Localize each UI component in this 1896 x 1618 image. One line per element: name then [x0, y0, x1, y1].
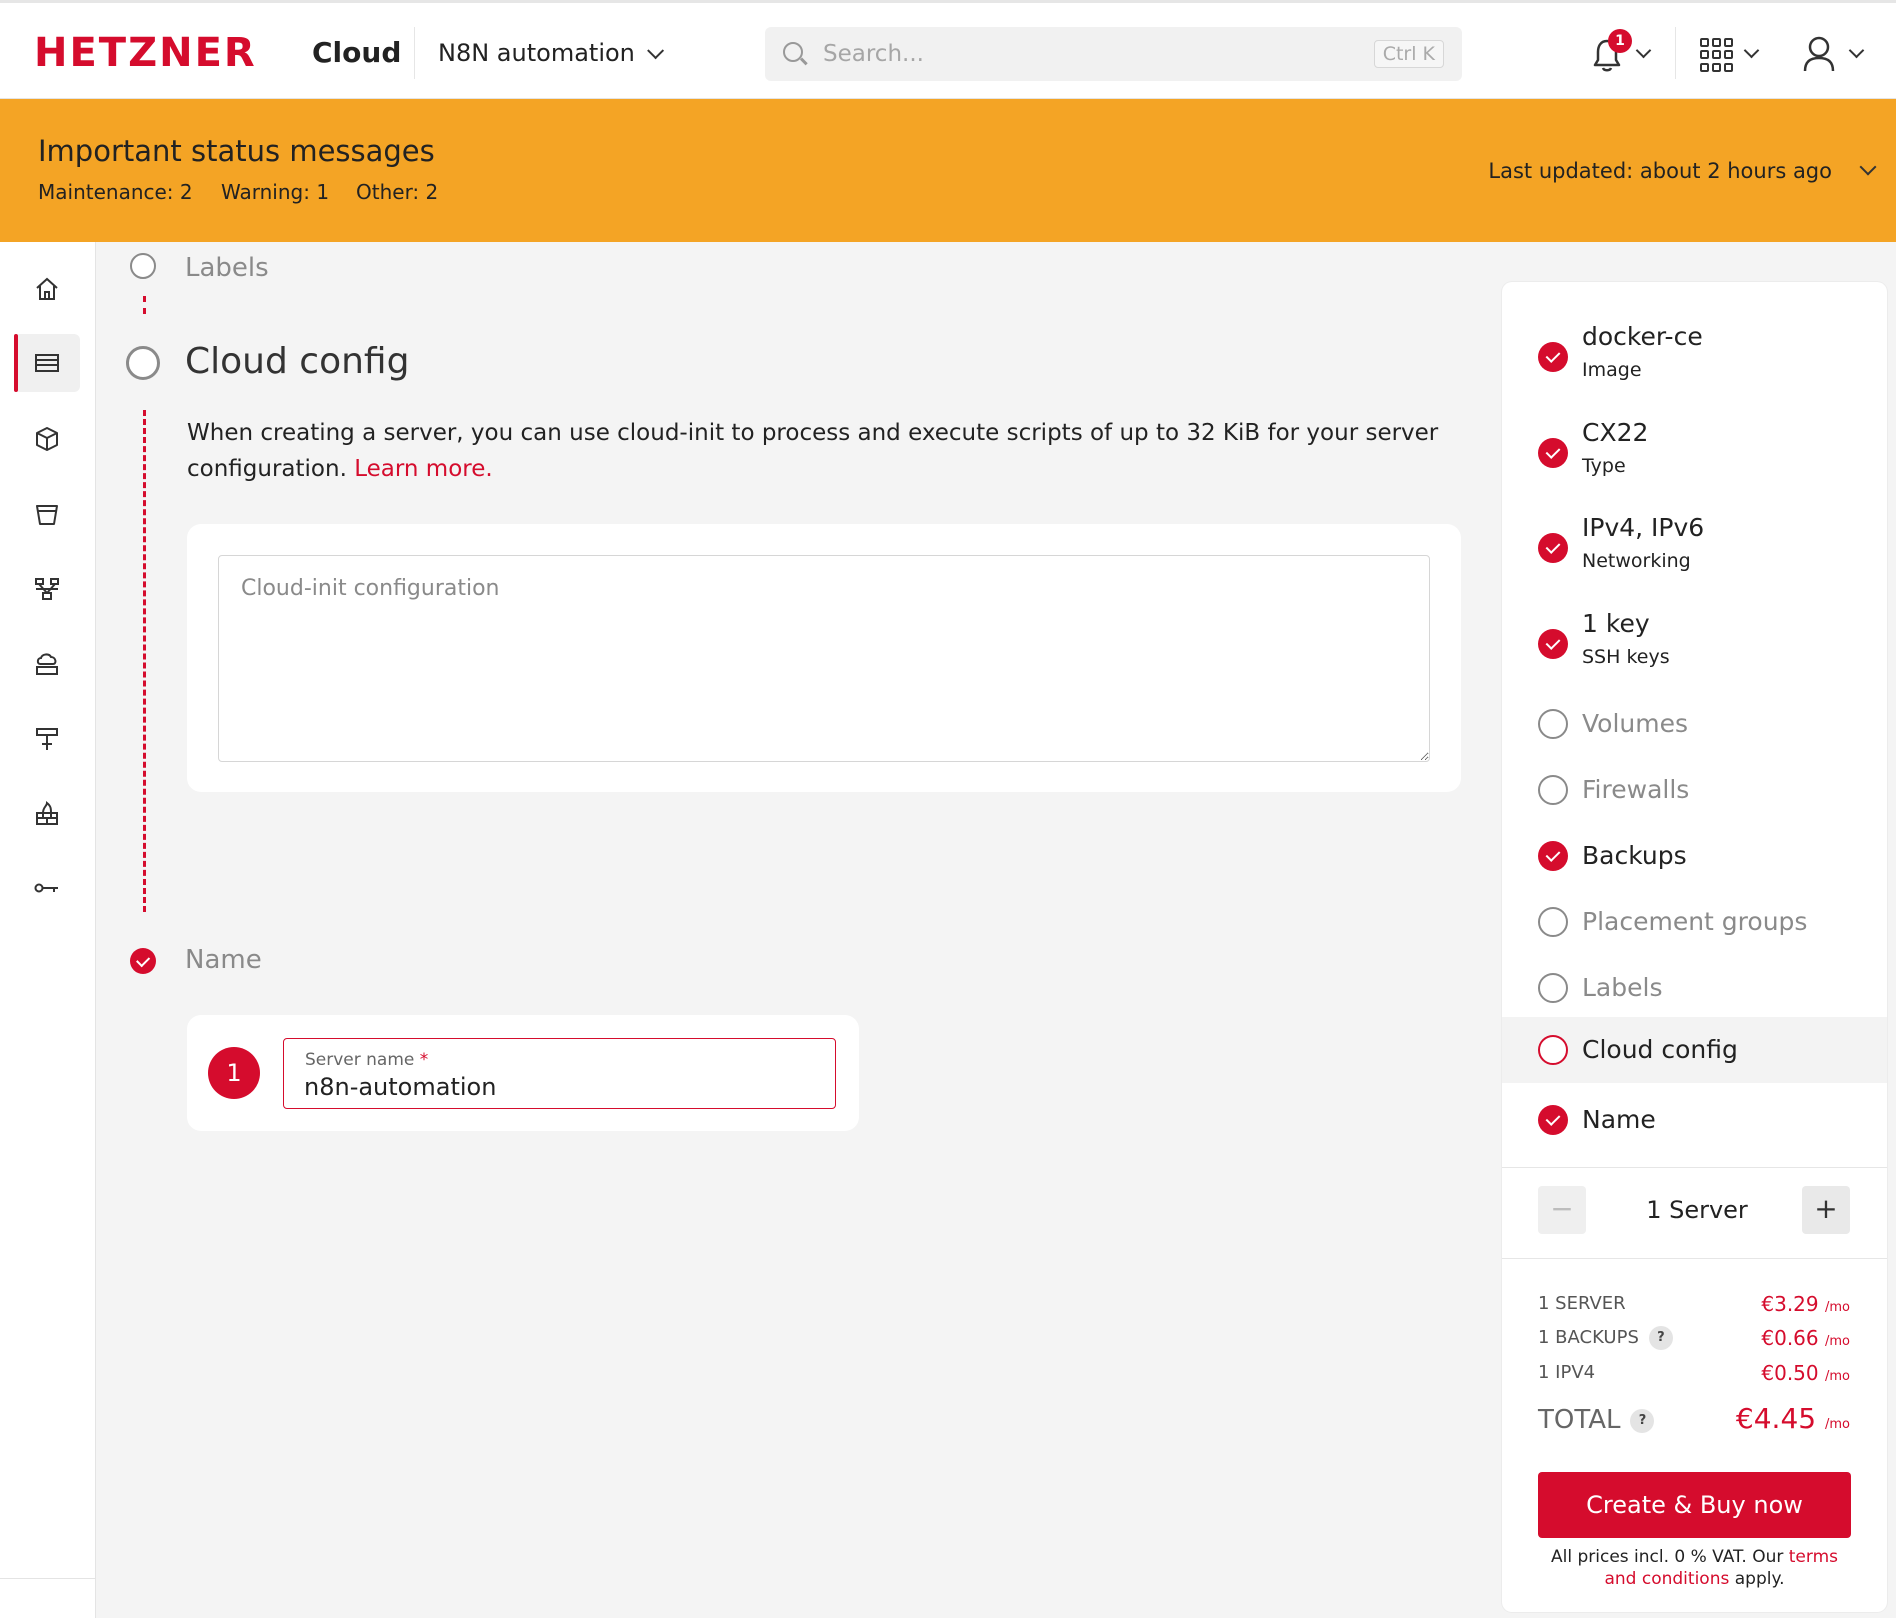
- user-icon[interactable]: [1802, 35, 1836, 73]
- empty-circle-icon: [1538, 709, 1568, 739]
- nav-volumes[interactable]: [14, 410, 80, 468]
- chevron-down-icon[interactable]: [1859, 158, 1877, 176]
- order-summary: docker-ce Image CX22 Type IPv4, IPv6 Net…: [1502, 282, 1887, 1612]
- banner-title: Important status messages: [38, 134, 435, 168]
- status-banner[interactable]: Important status messages Maintenance: 2…: [0, 99, 1896, 242]
- notification-badge: 1: [1608, 29, 1632, 53]
- maintenance-count: Maintenance: 2: [38, 180, 193, 204]
- cloud-init-textarea[interactable]: [218, 555, 1430, 762]
- server-name-label: Server name *: [305, 1050, 429, 1070]
- check-icon: [1538, 841, 1568, 871]
- help-icon[interactable]: ?: [1648, 1326, 1673, 1350]
- step-name-title[interactable]: Name: [185, 944, 262, 976]
- project-name: N8N automation: [438, 39, 635, 67]
- total-price: TOTAL? €4.45 /mo: [1538, 1402, 1850, 1435]
- server-name-input[interactable]: [304, 1071, 804, 1103]
- price-row-server: 1 SERVER €3.29 /mo: [1538, 1292, 1850, 1316]
- step-connector: [143, 410, 146, 912]
- left-nav: [0, 242, 96, 1618]
- header-divider: [1675, 27, 1676, 79]
- step-connector: [143, 296, 146, 314]
- apps-grid-icon[interactable]: [1700, 38, 1734, 72]
- learn-more-link[interactable]: Learn more.: [354, 456, 492, 482]
- summary-item-backups[interactable]: Backups: [1502, 826, 1887, 886]
- firewall-icon: [36, 801, 58, 825]
- chevron-down-icon[interactable]: [1743, 42, 1760, 59]
- server-quantity: 1 Server: [1646, 1196, 1748, 1224]
- server-name-field[interactable]: Server name *: [283, 1038, 836, 1109]
- search-input[interactable]: [823, 37, 1323, 71]
- price-row-ipv4: 1 IPV4 €0.50 /mo: [1538, 1361, 1850, 1385]
- empty-circle-icon: [1538, 775, 1568, 805]
- summary-item-name[interactable]: Name: [1502, 1090, 1887, 1150]
- product-name[interactable]: Cloud: [312, 36, 401, 70]
- decrease-quantity-button[interactable]: −: [1538, 1186, 1586, 1234]
- step-labels-indicator: [130, 253, 156, 279]
- top-bar: HETZNER Cloud N8N automation Ctrl K 1: [0, 0, 1896, 99]
- hetzner-logo[interactable]: HETZNER: [34, 31, 257, 75]
- summary-item-ssh-keys[interactable]: 1 key SSH keys: [1502, 609, 1887, 679]
- help-icon[interactable]: ?: [1630, 1408, 1655, 1433]
- check-icon: [1538, 1105, 1568, 1135]
- cloud-drive-icon: [36, 653, 58, 675]
- chevron-down-icon: [646, 42, 664, 60]
- nav-storage[interactable]: [14, 635, 80, 693]
- summary-item-type[interactable]: CX22 Type: [1502, 418, 1887, 488]
- chevron-down-icon[interactable]: [1848, 42, 1865, 59]
- key-icon: [34, 883, 58, 893]
- empty-circle-icon: [1538, 907, 1568, 937]
- empty-circle-icon: [1538, 1035, 1568, 1065]
- search-shortcut: Ctrl K: [1373, 40, 1444, 68]
- check-icon: [1538, 438, 1568, 468]
- servers-icon: [35, 354, 59, 372]
- check-icon: [1538, 342, 1568, 372]
- warning-count: Warning: 1: [221, 180, 330, 204]
- nav-divider: [0, 1578, 96, 1579]
- nav-object-storage[interactable]: [14, 485, 80, 543]
- last-updated: Last updated: about 2 hours ago: [1488, 159, 1832, 183]
- summary-item-cloud-config[interactable]: Cloud config: [1502, 1017, 1887, 1083]
- vat-notice: All prices incl. 0 % VAT. Our terms and …: [1550, 1547, 1838, 1589]
- network-icon: [35, 578, 59, 600]
- summary-item-volumes[interactable]: Volumes: [1502, 694, 1887, 754]
- step-cloud-config-title[interactable]: Cloud config: [185, 340, 409, 384]
- increase-quantity-button[interactable]: +: [1802, 1186, 1850, 1234]
- summary-item-firewalls[interactable]: Firewalls: [1502, 760, 1887, 820]
- bucket-icon: [36, 505, 58, 525]
- price-row-backups: 1 BACKUPS? €0.66 /mo: [1538, 1326, 1850, 1350]
- step-cloud-config-indicator: [126, 346, 160, 380]
- step-labels-title[interactable]: Labels: [185, 252, 269, 284]
- load-balancer-icon: [36, 728, 58, 750]
- empty-circle-icon: [1538, 973, 1568, 1003]
- create-buy-button[interactable]: Create & Buy now: [1538, 1472, 1851, 1538]
- step-name-check-icon: [130, 948, 156, 974]
- search-icon: [783, 42, 803, 62]
- nav-networks[interactable]: [14, 560, 80, 618]
- nav-firewalls[interactable]: [14, 785, 80, 843]
- summary-item-placement-groups[interactable]: Placement groups: [1502, 892, 1887, 952]
- divider: [1502, 1258, 1887, 1259]
- summary-item-image[interactable]: docker-ce Image: [1502, 322, 1887, 392]
- chevron-down-icon[interactable]: [1635, 42, 1652, 59]
- nav-load-balancers[interactable]: [14, 710, 80, 768]
- nav-home[interactable]: [14, 260, 80, 318]
- search-box[interactable]: Ctrl K: [765, 27, 1462, 81]
- divider: [1502, 1167, 1887, 1168]
- project-selector[interactable]: N8N automation: [438, 38, 664, 68]
- other-count: Other: 2: [356, 180, 439, 204]
- server-number-badge: 1: [208, 1047, 260, 1099]
- cloud-config-description: When creating a server, you can use clou…: [187, 420, 1439, 482]
- summary-item-networking[interactable]: IPv4, IPv6 Networking: [1502, 513, 1887, 583]
- summary-item-labels[interactable]: Labels: [1502, 958, 1887, 1018]
- check-icon: [1538, 533, 1568, 563]
- box-icon: [36, 427, 58, 451]
- header-divider: [414, 27, 415, 79]
- nav-security[interactable]: [14, 859, 80, 917]
- check-icon: [1538, 629, 1568, 659]
- nav-servers[interactable]: [14, 334, 80, 392]
- home-icon: [36, 277, 58, 300]
